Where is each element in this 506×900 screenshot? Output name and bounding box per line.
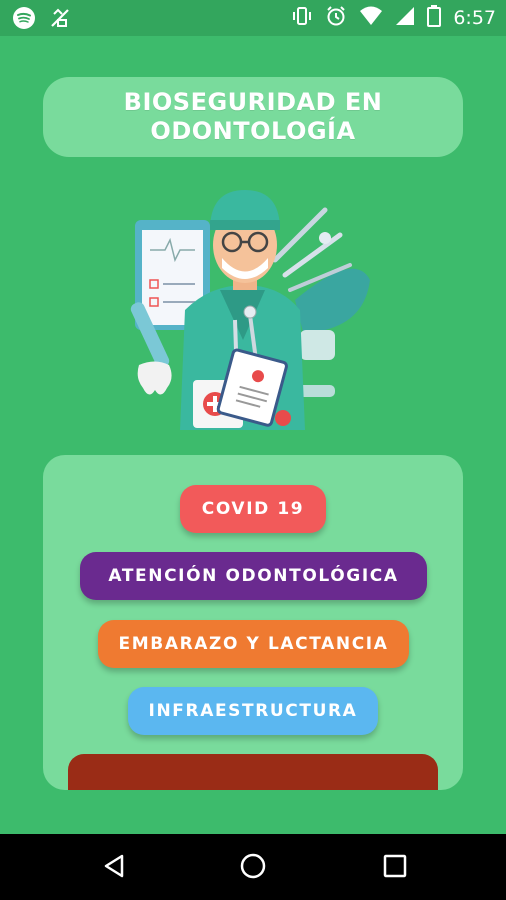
status-bar: 6:57 (0, 0, 506, 36)
home-icon[interactable] (239, 852, 267, 884)
wifi-icon (359, 5, 383, 31)
title-line-1: BIOSEGURIDAD EN (123, 88, 383, 116)
infraestructura-button[interactable]: INFRAESTRUCTURA (128, 687, 378, 735)
no-sim-icon (48, 6, 72, 34)
clock-time: 6:57 (453, 7, 496, 29)
partial-menu-button[interactable] (68, 754, 438, 790)
spotify-icon (12, 6, 36, 34)
dentist-illustration (125, 190, 385, 430)
signal-icon (395, 6, 415, 30)
embarazo-lactancia-button[interactable]: EMBARAZO Y LACTANCIA (98, 620, 409, 668)
battery-icon (427, 5, 442, 31)
menu-card: COVID 19 ATENCIÓN ODONTOLÓGICA EMBARAZO … (43, 455, 463, 790)
system-nav-bar (0, 834, 506, 900)
title-card: BIOSEGURIDAD EN ODONTOLOGÍA (43, 77, 463, 157)
title-line-2: ODONTOLOGÍA (150, 117, 356, 145)
atencion-odontologica-button[interactable]: ATENCIÓN ODONTOLÓGICA (80, 552, 427, 600)
back-icon[interactable] (100, 852, 128, 884)
vibrate-icon (291, 5, 313, 31)
page-title: BIOSEGURIDAD EN ODONTOLOGÍA (124, 88, 383, 146)
recents-icon[interactable] (381, 852, 409, 884)
alarm-icon (325, 5, 347, 31)
covid-19-button[interactable]: COVID 19 (180, 485, 326, 533)
